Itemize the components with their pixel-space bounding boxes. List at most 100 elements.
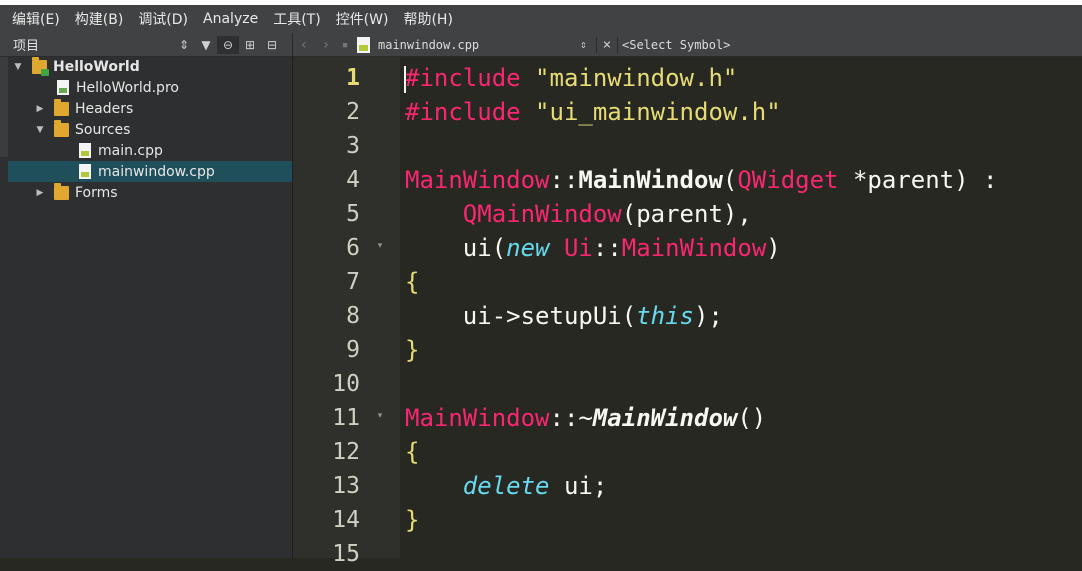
menu-bar: 编辑(E) 构建(B) 调试(D) Analyze 工具(T) 控件(W) 帮助… [0,5,1082,34]
tree-item[interactable]: HelloWorld.pro [0,77,292,98]
code-token: this [636,302,694,330]
code-token: "ui_mainwindow.h" [535,98,781,126]
open-file-name[interactable]: mainwindow.cpp [378,38,580,52]
line-number: 8 [346,303,360,329]
code-token: "mainwindow.h" [535,64,738,92]
fold-marker-icon[interactable]: ▾ [375,411,385,421]
code-token: Ui [563,234,593,262]
project-panel-title: 项目 [13,39,40,54]
line-number: 2 [346,99,360,125]
line-number: 6 [346,235,360,261]
code-token: MainWindow [405,166,550,194]
file-selector-updown-icon[interactable]: ⇕ [580,38,596,51]
collapse-right-icon[interactable]: ▶ [34,188,46,198]
code-line: } [405,333,419,367]
code-token: ) [766,234,781,262]
code-token: ui; [549,472,608,500]
tree-item[interactable]: ▼ Sources [0,119,292,140]
menu-analyze[interactable]: Analyze [195,11,265,27]
code-token: } [405,506,420,534]
folder-icon [54,98,69,116]
line-number: 15 [332,541,360,567]
tree-item[interactable]: main.cpp [0,140,292,161]
code-token: #include [405,98,521,126]
link-with-editor-icon[interactable]: ⊖ [217,35,239,54]
expand-down-icon[interactable]: ▼ [34,125,46,135]
code-token: } [405,336,420,364]
code-token: MainWindow [621,234,767,262]
code-token: ui->setupUi( [405,302,637,330]
line-number: 11 [332,405,360,431]
menu-help[interactable]: 帮助(H) [395,9,459,29]
line-number: 1 [346,65,360,91]
menu-edit[interactable]: 编辑(E) [0,9,67,29]
line-number: 14 [332,507,360,533]
line-number: 9 [346,337,360,363]
code-token: MainWindow [592,404,738,432]
tree-item-label: mainwindow.cpp [98,163,215,180]
qt-badge-icon [41,68,49,76]
tree-item[interactable]: ▶ Headers [0,98,292,119]
code-token: MainWindow [578,166,723,194]
forward-arrow-icon[interactable]: › [315,37,337,53]
code-line: } [405,503,419,537]
text-cursor [404,66,406,93]
code-token: :: [549,166,579,194]
code-token: ui( [405,234,507,262]
split-icon[interactable]: ⊞ [239,36,261,54]
menu-debug[interactable]: 调试(D) [130,9,195,29]
filter-icon[interactable]: ▼ [195,36,217,54]
code-token: ( [722,166,738,194]
code-line: ui->setupUi(this); [405,299,723,333]
code-token: () [737,404,767,432]
line-number: 7 [346,269,360,295]
line-number: 13 [332,473,360,499]
sidebar-accent [0,57,8,157]
tree-item-label: Sources [75,121,131,138]
menu-build[interactable]: 构建(B) [67,9,131,29]
line-number: 3 [346,133,360,159]
view-selector-updown-icon[interactable]: ⇕ [173,36,195,54]
code-token: *parent) : [838,166,998,194]
collapse-right-icon[interactable]: ▶ [34,104,46,114]
project-panel-toolbar: 项目 ⇕ ▼ ⊖ ⊞ ⊟ [0,33,292,57]
code-token: { [405,268,420,296]
expand-down-icon[interactable]: ▼ [12,62,24,72]
code-line: { [405,265,419,299]
symbol-selector[interactable]: <Select Symbol> [622,38,730,52]
fold-marker-icon[interactable]: ▾ [375,241,385,251]
code-token: QMainWindow [462,200,622,228]
tree-item-label: Forms [75,184,118,201]
code-line: #include "ui_mainwindow.h" [405,95,781,129]
tree-item-label: HelloWorld.pro [76,79,179,96]
close-file-icon[interactable]: × [596,36,618,53]
code-token: ); [693,302,723,330]
menu-tools[interactable]: 工具(T) [265,9,327,29]
line-number: 4 [346,167,360,193]
code-token: MainWindow [405,404,550,432]
code-token: { [405,438,420,466]
code-line: MainWindow::MainWindow(QWidget *parent) … [405,163,997,197]
code-token: #include [405,64,521,92]
back-arrow-icon[interactable]: ‹ [293,37,315,53]
code-line: delete ui; [405,469,608,503]
cpp-file-icon [79,143,91,158]
code-token: QWidget [737,166,839,194]
project-folder-icon [32,56,49,76]
menu-controls[interactable]: 控件(W) [328,9,396,29]
lock-icon: ▪ [341,38,349,51]
editor-toolbar: ‹ › ▪ mainwindow.cpp ⇕ × <Select Symbol> [293,33,1082,57]
code-line: MainWindow::~MainWindow() [405,401,766,435]
code-line: ui(new Ui::MainWindow) [405,231,781,265]
tree-item[interactable]: ▼ HelloWorld [0,56,292,77]
code-editor[interactable]: #include "mainwindow.h" #include "ui_main… [400,57,1082,558]
line-number: 10 [332,371,360,397]
close-pane-icon[interactable]: ⊟ [261,36,283,54]
tree-item[interactable]: ▶ Forms [0,182,292,203]
tree-item[interactable]: mainwindow.cpp [8,161,292,182]
line-number: 5 [346,201,360,227]
